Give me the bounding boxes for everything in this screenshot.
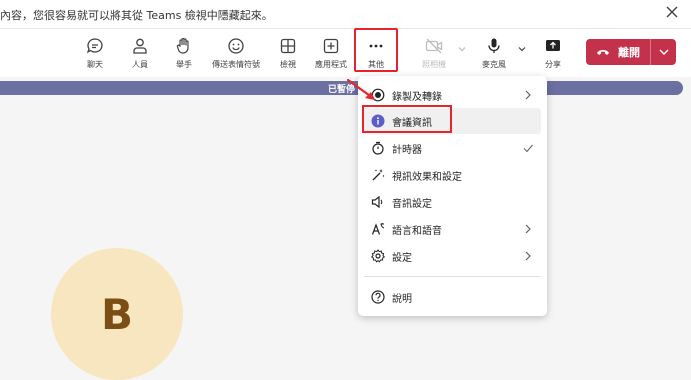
chevron-right-icon <box>525 251 531 261</box>
meeting-toolbar: 聊天 人員 舉手 傳送表情符號 檢視 應用程式 其他 照相機 麥克風 分享 離開 <box>0 29 691 77</box>
participant-avatar: B <box>51 248 183 380</box>
leave-button[interactable]: 離開 <box>586 39 676 65</box>
grid-icon <box>280 38 296 54</box>
chat-label: 聊天 <box>87 60 103 69</box>
leave-options[interactable] <box>651 47 676 57</box>
share-icon <box>546 40 560 51</box>
view-label: 檢視 <box>280 60 296 69</box>
menu-item-settings[interactable]: 設定 <box>364 243 541 269</box>
menu-item-label: 語言和語音 <box>392 225 442 237</box>
menu-item-timer[interactable]: 計時器 <box>364 135 541 161</box>
chat-icon <box>86 38 103 54</box>
people-icon <box>133 38 147 54</box>
emoji-icon <box>228 38 244 54</box>
share-label: 分享 <box>545 60 561 69</box>
people-label: 人員 <box>132 60 148 69</box>
share-button[interactable]: 分享 <box>531 31 575 75</box>
raise-hand-button[interactable]: 舉手 <box>162 31 206 75</box>
menu-item-label: 說明 <box>392 293 412 305</box>
leave-label: 離開 <box>618 46 640 59</box>
camera-off-icon <box>425 38 443 54</box>
camera-options-chevron-icon[interactable] <box>457 44 467 54</box>
view-button[interactable]: 檢視 <box>266 31 310 75</box>
menu-item-label: 設定 <box>392 252 412 264</box>
menu-item-audio-settings[interactable]: 音訊設定 <box>364 189 541 215</box>
camera-button[interactable]: 照相機 <box>412 31 456 75</box>
apps-label: 應用程式 <box>315 60 347 69</box>
gear-icon <box>371 249 385 263</box>
timer-icon <box>372 141 384 155</box>
reactions-button[interactable]: 傳送表情符號 <box>212 31 260 75</box>
annotation-arrow-icon <box>346 78 375 100</box>
add-app-icon <box>323 38 339 54</box>
hand-icon <box>176 37 189 54</box>
menu-item-label: 計時器 <box>392 144 422 156</box>
checkmark-icon <box>523 144 533 153</box>
people-button[interactable]: 人員 <box>118 31 162 75</box>
notice-text: 內容，您很容易就可以將其從 Teams 檢視中隱藏起來。 <box>0 9 273 22</box>
camera-label: 照相機 <box>422 60 446 69</box>
mic-label: 麥克風 <box>482 60 506 69</box>
avatar-initial: B <box>100 289 133 339</box>
more-button-highlight <box>354 28 398 72</box>
hang-up-icon <box>597 50 609 55</box>
menu-item-label: 視訊效果和設定 <box>392 171 462 183</box>
effects-icon <box>372 169 385 181</box>
language-icon <box>371 223 385 235</box>
menu-item-language-speech[interactable]: 語言和語音 <box>364 216 541 242</box>
mic-options-chevron-icon[interactable] <box>517 44 527 54</box>
menu-item-help[interactable]: 說明 <box>364 284 541 310</box>
chevron-right-icon <box>525 90 531 100</box>
menu-item-video-effects[interactable]: 視訊效果和設定 <box>364 162 541 188</box>
chat-button[interactable]: 聊天 <box>73 31 117 75</box>
apps-button[interactable]: 應用程式 <box>309 31 353 75</box>
help-icon <box>371 290 385 304</box>
menu-item-label: 錄製及轉錄 <box>392 91 442 103</box>
close-icon[interactable] <box>664 4 680 20</box>
meeting-info-highlight <box>362 105 452 133</box>
raise-hand-label: 舉手 <box>176 60 192 69</box>
menu-item-label: 音訊設定 <box>392 198 432 210</box>
mic-button[interactable]: 麥克風 <box>472 31 516 75</box>
chevron-right-icon <box>525 224 531 234</box>
speaker-icon <box>371 195 383 209</box>
chevron-down-icon <box>659 49 668 55</box>
notice-bar: 內容，您很容易就可以將其從 Teams 檢視中隱藏起來。 <box>0 0 691 29</box>
leave-main[interactable]: 離開 <box>586 39 650 65</box>
mic-icon <box>488 38 500 53</box>
paused-status-bar: 已暫停 <box>0 81 683 95</box>
menu-divider <box>364 276 541 277</box>
reactions-label: 傳送表情符號 <box>212 60 260 69</box>
